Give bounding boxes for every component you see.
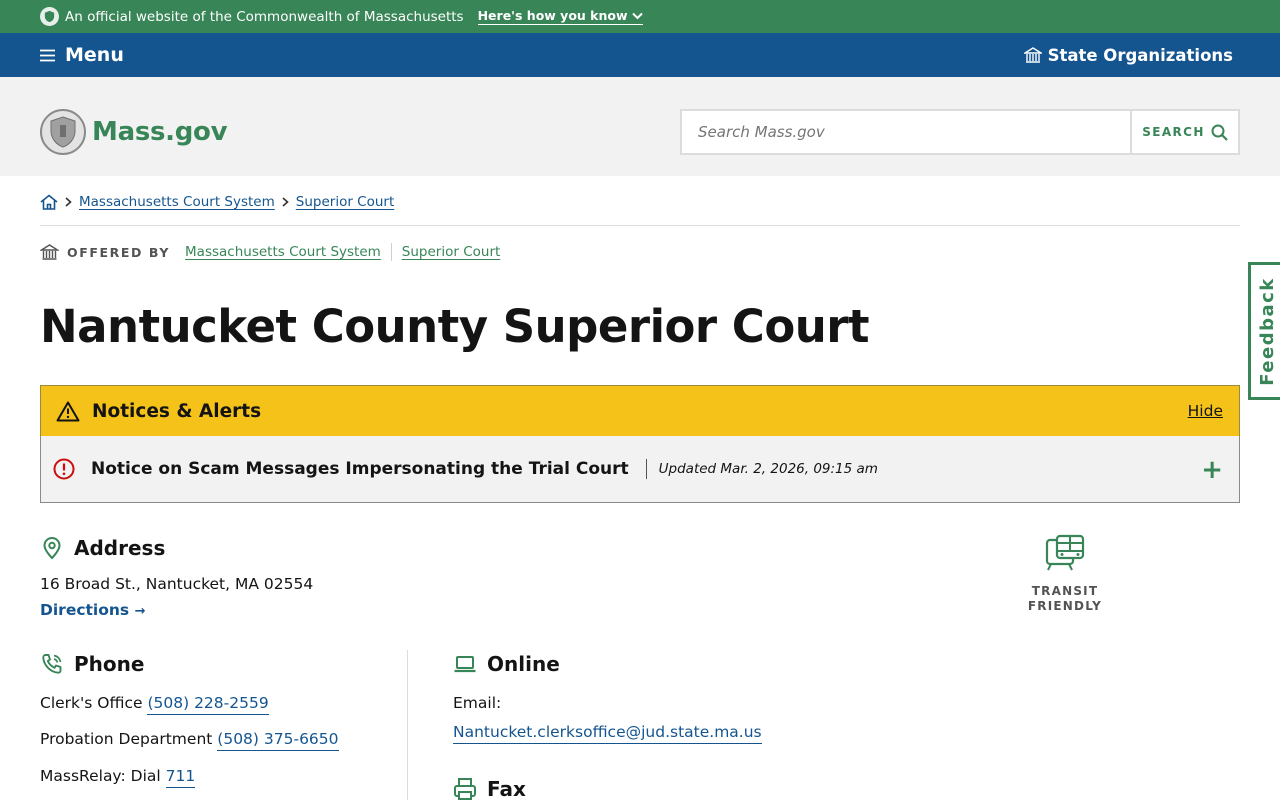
transit-friendly-badge: TRANSIT FRIENDLY: [1020, 534, 1110, 614]
phone-heading: Phone: [40, 652, 144, 676]
warning-icon: [56, 401, 80, 421]
breadcrumb: Massachusetts Court System Superior Cour…: [40, 192, 394, 212]
official-banner-text: An official website of the Commonwealth …: [65, 8, 464, 25]
phone-heading-label: Phone: [74, 652, 145, 676]
building-icon: [1023, 47, 1042, 63]
offered-by-link-superior-court[interactable]: Superior Court: [402, 244, 501, 260]
alert-item-separator: [645, 459, 647, 479]
search-button-label: SEARCH: [1142, 125, 1205, 139]
how-you-know-link[interactable]: Here's how you know: [477, 8, 643, 25]
feedback-tab[interactable]: Feedback: [1248, 262, 1280, 400]
alert-item[interactable]: Notice on Scam Messages Impersonating th…: [40, 436, 1240, 503]
fax-heading-label: Fax: [487, 777, 526, 800]
offered-by-label: OFFERED BY: [67, 244, 171, 260]
fax-heading: Fax: [453, 777, 526, 800]
seal-icon: [40, 109, 86, 155]
state-organizations-button[interactable]: State Organizations: [1023, 33, 1233, 77]
menu-icon: [40, 49, 55, 61]
email-link[interactable]: Nantucket.clerksoffice@jud.state.ma.us: [453, 723, 762, 744]
official-banner: An official website of the Commonwealth …: [0, 0, 1280, 33]
probation-phone-label: Probation Department: [40, 730, 213, 748]
email-row: Nantucket.clerksoffice@jud.state.ma.us: [453, 723, 762, 744]
laptop-icon: [454, 656, 476, 673]
site-header: Mass.gov SEARCH: [0, 77, 1280, 176]
email-label: Email:: [453, 694, 502, 712]
feedback-label: Feedback: [1257, 276, 1279, 386]
search-button[interactable]: SEARCH: [1130, 111, 1238, 153]
breadcrumb-link-court-system[interactable]: Massachusetts Court System: [79, 194, 275, 210]
alert-item-title: Notice on Scam Messages Impersonating th…: [91, 459, 629, 479]
offered-by: OFFERED BY Massachusetts Court System Su…: [40, 242, 500, 262]
offered-by-separator: [390, 243, 392, 261]
search-form: SEARCH: [680, 109, 1240, 155]
clerk-phone-label: Clerk's Office: [40, 694, 143, 712]
massrelay-row: MassRelay: Dial 711: [40, 767, 196, 788]
chevron-down-icon: [631, 12, 643, 19]
error-circle-icon: [53, 458, 75, 480]
arrow-right-icon: →: [134, 604, 146, 619]
alert-item-updated: Updated Mar. 2, 2026, 09:15 am: [658, 461, 878, 477]
chevron-right-icon: [65, 197, 72, 207]
transit-label-line1: TRANSIT: [1031, 584, 1099, 598]
address-line: 16 Broad St., Nantucket, MA 02554: [40, 575, 314, 593]
state-organizations-label: State Organizations: [1047, 45, 1233, 65]
probation-phone-row: Probation Department (508) 375-6650: [40, 730, 339, 751]
seal-icon: [40, 7, 59, 26]
plus-icon[interactable]: +: [1201, 457, 1223, 483]
offered-by-link-court-system[interactable]: Massachusetts Court System: [185, 244, 381, 260]
online-heading: Online: [453, 652, 560, 676]
mass-gov-logo[interactable]: Mass.gov: [40, 109, 228, 155]
transit-label-line2: FRIENDLY: [1027, 599, 1103, 613]
search-icon: [1211, 124, 1228, 141]
bus-icon: [1045, 534, 1085, 571]
brand-name: Mass.gov: [92, 117, 228, 147]
menu-button[interactable]: Menu: [40, 33, 124, 77]
massrelay-link[interactable]: 711: [165, 767, 196, 788]
chevron-right-icon: [282, 197, 289, 207]
hide-alerts-link[interactable]: Hide: [1188, 402, 1223, 420]
search-input[interactable]: [682, 111, 1130, 153]
address-heading: Address: [40, 536, 165, 560]
alerts-header: Notices & Alerts Hide: [40, 385, 1240, 437]
address-heading-label: Address: [74, 536, 166, 560]
directions-label: Directions: [40, 601, 130, 619]
clerk-phone-link[interactable]: (508) 228-2559: [147, 694, 269, 715]
home-icon[interactable]: [40, 194, 58, 210]
main-nav-bar: Menu State Organizations: [0, 33, 1280, 77]
probation-phone-link[interactable]: (508) 375-6650: [217, 730, 339, 751]
breadcrumb-divider: [40, 225, 1240, 226]
column-divider: [407, 650, 408, 800]
breadcrumb-link-superior-court[interactable]: Superior Court: [296, 194, 395, 210]
phone-icon: [42, 654, 62, 674]
directions-link[interactable]: Directions →: [40, 601, 145, 619]
clerk-phone-row: Clerk's Office (508) 228-2559: [40, 694, 269, 715]
building-icon: [40, 244, 59, 260]
page-title: Nantucket County Superior Court: [40, 300, 869, 353]
menu-label: Menu: [65, 44, 124, 66]
how-you-know-label: Here's how you know: [477, 8, 628, 23]
online-heading-label: Online: [487, 652, 560, 676]
map-pin-icon: [43, 536, 61, 560]
fax-icon: [454, 778, 476, 800]
massrelay-label: MassRelay: Dial: [40, 767, 161, 785]
alerts-title: Notices & Alerts: [92, 400, 262, 422]
